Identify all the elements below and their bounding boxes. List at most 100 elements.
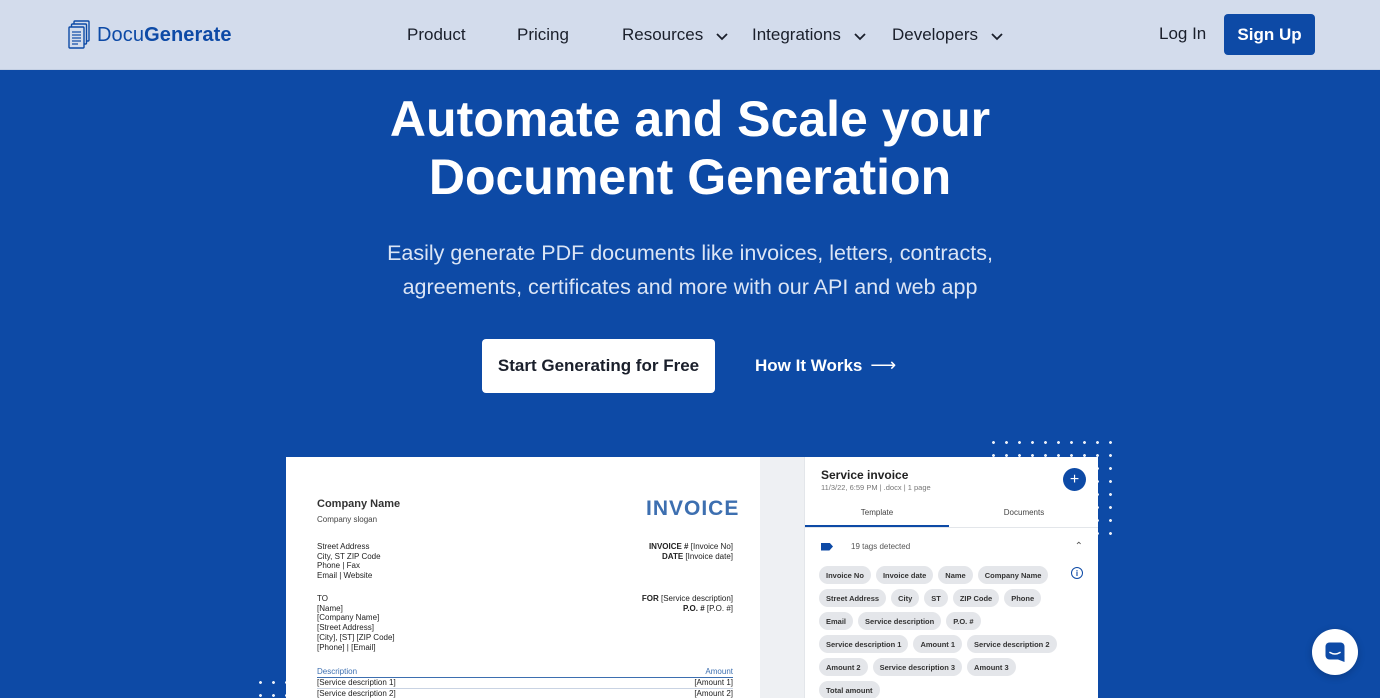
invoice-po-label: P.O. #: [683, 603, 705, 613]
table-header-amount: Amount: [705, 667, 733, 676]
tag-chip[interactable]: Total amount: [819, 681, 880, 698]
dot-pattern-decoration-left: [254, 676, 290, 698]
invoice-for-block: FOR [Service description] P.O. # [P.O. #…: [642, 594, 733, 613]
to-line: [City], [ST] [ZIP Code]: [317, 632, 395, 642]
tag-chip[interactable]: Invoice date: [875, 566, 934, 584]
nav-item-label: Pricing: [517, 25, 569, 44]
how-it-works-link[interactable]: How It Works ⟶: [755, 355, 896, 376]
tag-chip[interactable]: Service description 1: [819, 635, 909, 653]
address-line: Email | Website: [317, 571, 373, 581]
hero-subtitle-line1: Easily generate PDF documents like invoi…: [387, 241, 993, 265]
tag-chip[interactable]: City: [891, 589, 920, 607]
tag-chip[interactable]: ST: [924, 589, 948, 607]
chat-icon: [1325, 642, 1345, 662]
preview-gutter: [760, 457, 804, 698]
to-line: [Phone] | [Email]: [317, 642, 376, 652]
invoice-no-value: [Invoice No]: [690, 542, 733, 551]
how-it-works-label: How It Works: [755, 355, 863, 375]
document-stack-icon: [68, 20, 90, 49]
logo-text-part2: Generate: [144, 23, 232, 46]
hero-title-line1: Automate and Scale your: [389, 91, 991, 147]
panel-title: Service invoice: [821, 468, 909, 482]
tag-chip[interactable]: Invoice No: [819, 566, 871, 584]
tag-chip[interactable]: Service description 2: [967, 635, 1057, 653]
nav-item-label: Resources: [622, 25, 704, 44]
table-row: [Service description 1] [Amount 1]: [317, 678, 733, 689]
chevron-down-icon: [854, 33, 866, 41]
login-link[interactable]: Log In: [1159, 24, 1206, 44]
table-cell-amount: [Amount 2]: [694, 689, 733, 698]
logo[interactable]: DocuGenerate: [68, 19, 232, 51]
tag-chip[interactable]: Phone: [1004, 589, 1042, 607]
chevron-up-icon[interactable]: ⌃: [1075, 541, 1083, 552]
hero-subtitle-line2: agreements, certificates and more with o…: [402, 275, 978, 299]
panel-tabs: Template Documents: [805, 502, 1098, 528]
tag-chip[interactable]: Name: [938, 566, 973, 584]
invoice-company-name: Company Name: [317, 498, 401, 510]
invoice-table: Description Amount [Service description …: [317, 667, 733, 698]
invoice-document: Company Name Company slogan INVOICE Stre…: [286, 457, 760, 698]
nav-item-resources[interactable]: Resources: [622, 24, 729, 46]
nav-item-developers[interactable]: Developers: [892, 24, 1004, 46]
tag-chip[interactable]: Service description 3: [872, 658, 963, 676]
info-icon[interactable]: i: [1071, 567, 1083, 579]
add-icon[interactable]: +: [1063, 468, 1086, 491]
table-header-row: Description Amount: [317, 667, 733, 678]
logo-text-part1: Docu: [97, 23, 145, 46]
nav-item-pricing[interactable]: Pricing: [517, 24, 569, 46]
start-generating-button[interactable]: Start Generating for Free: [482, 339, 715, 393]
invoice-date-label: DATE: [661, 551, 684, 561]
logo-text: DocuGenerate: [97, 24, 232, 47]
tab-documents[interactable]: Documents: [949, 502, 1098, 527]
tag-icon: [821, 542, 833, 551]
invoice-company-slogan: Company slogan: [317, 515, 378, 524]
to-line: TO: [317, 594, 328, 603]
hero-title: Automate and Scale your Document Generat…: [0, 90, 1380, 206]
nav-item-label: Integrations: [752, 25, 841, 44]
template-panel: Service invoice 11/3/22, 6:59 PM | .docx…: [804, 457, 1098, 698]
tag-chip[interactable]: ZIP Code: [952, 589, 1000, 607]
nav-item-label: Product: [407, 25, 466, 44]
tag-chip[interactable]: Company Name: [977, 566, 1049, 584]
tag-chip[interactable]: Amount 2: [819, 658, 868, 676]
hero-title-line2: Document Generation: [428, 149, 952, 205]
table-header-description: Description: [317, 667, 358, 676]
invoice-heading: INVOICE: [646, 497, 740, 520]
tag-chip[interactable]: Amount 1: [913, 635, 963, 653]
panel-meta: 11/3/22, 6:59 PM | .docx | 1 page: [821, 483, 931, 492]
invoice-po-value: [P.O. #]: [706, 603, 733, 613]
nav-item-label: Developers: [892, 25, 978, 44]
to-line: [Company Name]: [317, 613, 380, 623]
top-navbar: DocuGenerate Product Pricing Resources I…: [0, 0, 1380, 70]
tag-chip[interactable]: P.O. #: [946, 612, 981, 630]
tag-chip[interactable]: Street Address: [819, 589, 887, 607]
invoice-for-label: FOR: [641, 594, 659, 603]
tab-template[interactable]: Template: [805, 502, 949, 527]
table-cell-description: [Service description 2]: [317, 689, 396, 698]
to-line: [Street Address]: [317, 623, 374, 633]
signup-button[interactable]: Sign Up: [1224, 14, 1315, 55]
invoice-to-block: TO [Name] [Company Name] [Street Address…: [317, 594, 395, 652]
hero-subtitle: Easily generate PDF documents like invoi…: [0, 236, 1380, 304]
arrow-right-icon: ⟶: [870, 355, 897, 375]
tag-chips: Invoice No Invoice date Name Company Name St…: [819, 566, 1069, 698]
tag-chip[interactable]: Email: [819, 612, 854, 630]
invoice-date-value: [Invoice date]: [685, 551, 733, 561]
invoice-no-label: INVOICE #: [648, 542, 689, 551]
table-row: [Service description 2] [Amount 2]: [317, 689, 733, 698]
address-line: City, ST ZIP Code: [317, 551, 381, 561]
tag-chip[interactable]: Service description: [858, 612, 942, 630]
tags-detected-label: 19 tags detected: [851, 542, 911, 551]
chat-launcher[interactable]: [1312, 629, 1358, 675]
invoice-for-value: [Service description]: [660, 594, 733, 603]
table-cell-amount: [Amount 1]: [694, 678, 733, 687]
nav-item-integrations[interactable]: Integrations: [752, 24, 867, 46]
invoice-meta: INVOICE # [Invoice No] DATE [Invoice dat…: [649, 542, 733, 561]
tag-chip[interactable]: Amount 3: [967, 658, 1016, 676]
tags-detected-row[interactable]: 19 tags detected ⌃: [821, 541, 1083, 552]
nav-item-product[interactable]: Product: [407, 24, 466, 46]
invoice-address: Street Address City, ST ZIP Code Phone |…: [317, 542, 381, 581]
address-line: Phone | Fax: [317, 561, 360, 571]
address-line: Street Address: [317, 542, 370, 551]
chevron-down-icon: [991, 33, 1003, 41]
